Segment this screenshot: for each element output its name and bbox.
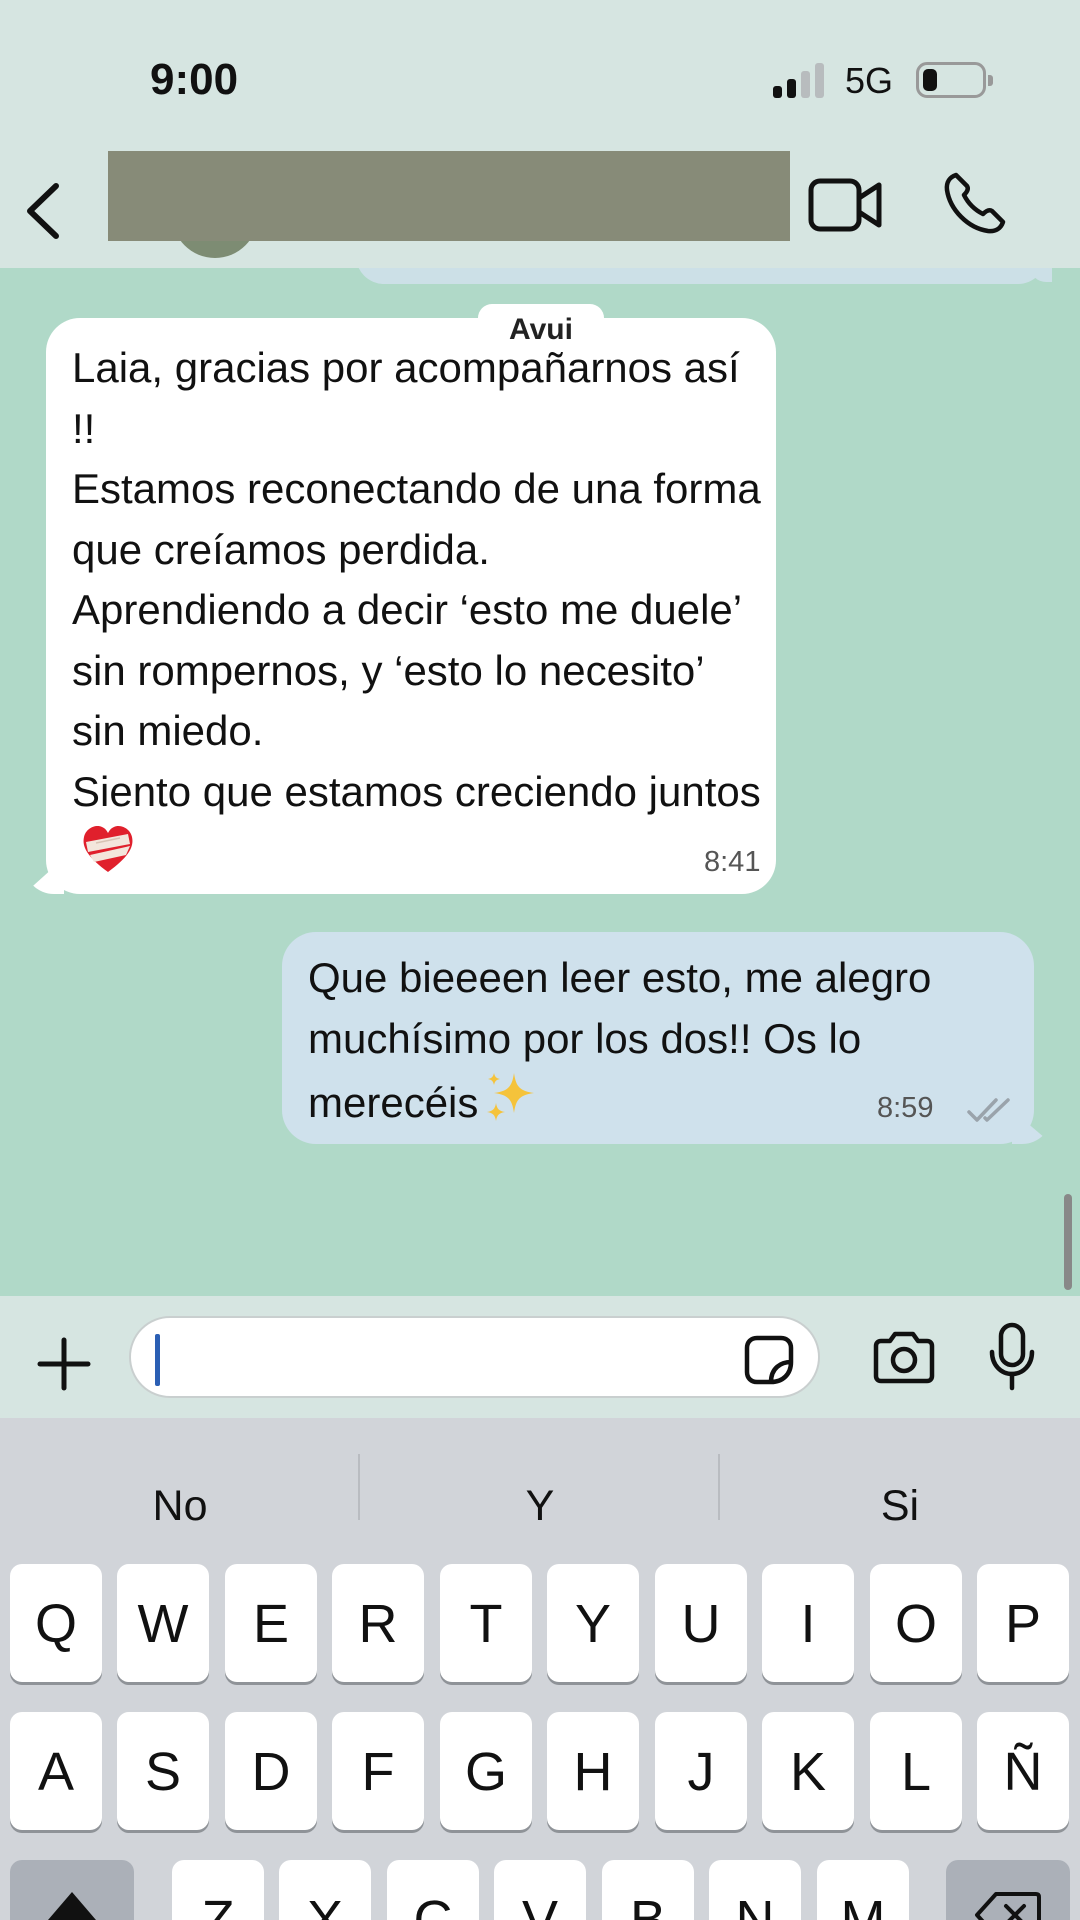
status-time: 9:00 [150,55,239,104]
key[interactable]: Z [172,1860,264,1920]
message-input[interactable] [129,1316,820,1398]
microphone-icon[interactable] [988,1322,1036,1392]
key[interactable]: Y [547,1564,639,1682]
shift-arrow-icon [48,1892,96,1920]
message-composer [0,1296,1080,1418]
backspace-key[interactable] [946,1860,1070,1920]
key[interactable]: L [870,1712,962,1830]
key[interactable]: W [117,1564,209,1682]
key[interactable]: F [332,1712,424,1830]
chat-area[interactable]: Laia, gracias por acompañarnos así !! Es… [0,268,1080,1296]
key[interactable]: K [762,1712,854,1830]
key[interactable]: S [117,1712,209,1830]
key[interactable]: G [440,1712,532,1830]
shift-key[interactable] [10,1860,134,1920]
key[interactable]: V [494,1860,586,1920]
outgoing-message[interactable]: Que bieeeen leer esto, me alegro muchísi… [282,932,1052,1144]
key[interactable]: B [602,1860,694,1920]
message-text: Laia, gracias por acompañarnos así !! Es… [72,338,762,883]
battery-icon [916,62,993,98]
suggestion-2[interactable]: Y [360,1482,720,1531]
camera-icon[interactable] [872,1330,936,1384]
keyboard: No Y Si Q W E R T Y U I O P A S D F G H … [0,1418,1080,1920]
network-type: 5G [845,60,894,101]
key[interactable]: N [709,1860,801,1920]
signal-strength-icon [773,62,829,98]
sticker-icon[interactable] [741,1332,797,1388]
read-receipt-icon [967,1098,1010,1122]
key[interactable]: M [817,1860,909,1920]
previous-message-tail [1030,268,1052,282]
key[interactable]: T [440,1564,532,1682]
back-chevron-icon[interactable] [18,176,78,246]
day-separator: Avui [478,304,604,352]
key[interactable]: D [225,1712,317,1830]
key[interactable]: A [10,1712,102,1830]
text-caret [155,1334,160,1386]
key[interactable]: R [332,1564,424,1682]
previous-message-bubble [356,268,1046,284]
suggestion-1[interactable]: No [0,1482,360,1531]
sparkles-emoji-icon [487,1073,535,1121]
key[interactable]: H [547,1712,639,1830]
contact-name-redacted[interactable] [108,151,790,241]
video-call-icon[interactable] [808,176,882,234]
key[interactable]: Ñ [977,1712,1069,1830]
key[interactable]: J [655,1712,747,1830]
key[interactable]: P [977,1564,1069,1682]
key[interactable]: E [225,1564,317,1682]
message-time: 8:59 [877,1092,934,1124]
incoming-message[interactable]: Laia, gracias por acompañarnos así !! Es… [24,318,776,894]
top-bar: 9:00 5G [0,0,1080,268]
key[interactable]: Q [10,1564,102,1682]
mending-heart-emoji-icon [83,826,133,872]
key[interactable]: C [387,1860,479,1920]
backspace-icon [975,1892,1041,1920]
key[interactable]: I [762,1564,854,1682]
suggestion-3[interactable]: Si [720,1482,1080,1531]
scrollbar-thumb[interactable] [1064,1194,1072,1290]
key[interactable]: X [279,1860,371,1920]
key[interactable]: O [870,1564,962,1682]
phone-call-icon[interactable] [942,170,1008,236]
key[interactable]: U [655,1564,747,1682]
plus-icon[interactable] [36,1336,92,1392]
message-time: 8:41 [704,846,761,878]
